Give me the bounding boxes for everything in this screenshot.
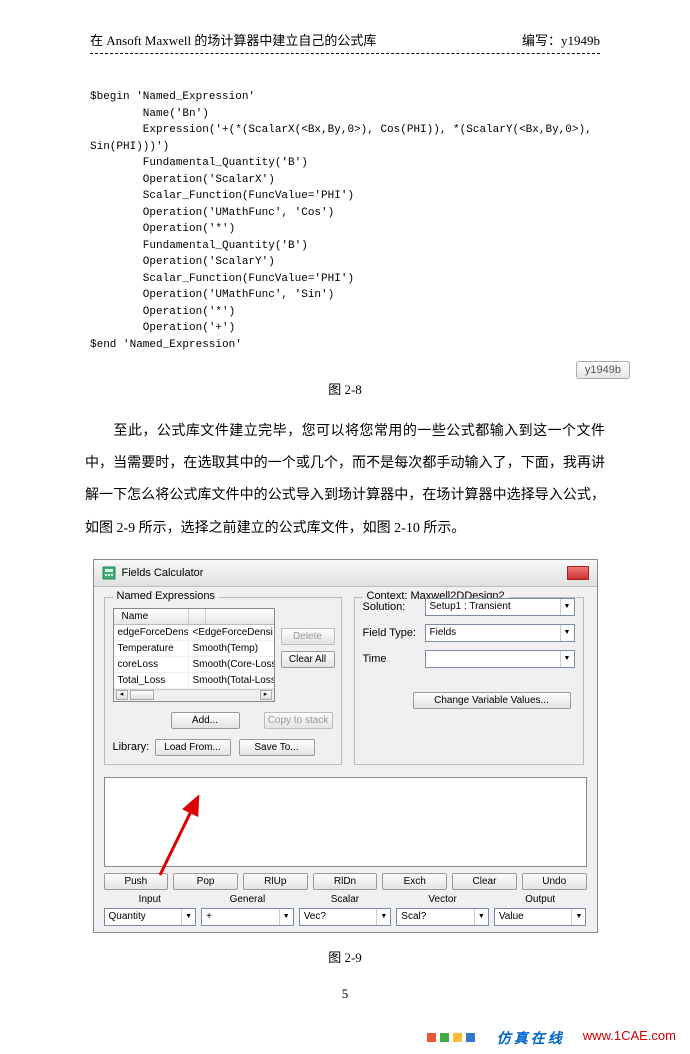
output-dropdown[interactable]: Value▼ (494, 908, 587, 926)
chevron-down-icon: ▼ (474, 909, 488, 925)
chevron-down-icon: ▼ (279, 909, 293, 925)
stack-display-area (104, 777, 587, 867)
chevron-down-icon: ▼ (571, 909, 585, 925)
rlup-button[interactable]: RlUp (243, 873, 308, 890)
footer-url: www.1CAE.com (583, 1028, 676, 1048)
scalar-dropdown[interactable]: Vec?▼ (299, 908, 392, 926)
add-button[interactable]: Add... (171, 712, 240, 729)
table-row[interactable]: Total_LossSmooth(Total-Loss (114, 673, 274, 689)
header-divider (90, 53, 600, 54)
doc-title: 在 Ansoft Maxwell 的场计算器中建立自己的公式库 (90, 30, 376, 49)
footer-dots-icon (427, 1028, 475, 1048)
table-row[interactable]: TemperatureSmooth(Temp) (114, 641, 274, 657)
pop-button[interactable]: Pop (173, 873, 238, 890)
time-label: Time (363, 653, 421, 665)
col-blank (189, 609, 206, 624)
window-titlebar: Fields Calculator (94, 560, 597, 587)
delete-button[interactable]: Delete (281, 628, 335, 645)
fields-calculator-window: Fields Calculator Named Expressions Name (93, 559, 598, 933)
named-expressions-table[interactable]: Name edgeForceDensity<EdgeForceDensi Tem… (113, 608, 275, 702)
field-type-dropdown[interactable]: Fields▼ (425, 624, 575, 642)
change-variable-values-button[interactable]: Change Variable Values... (413, 692, 571, 709)
figure-caption-2-8: 图 2-8 (90, 379, 600, 398)
scroll-thumb[interactable] (130, 690, 154, 700)
hdr-scalar: Scalar (299, 894, 392, 905)
hdr-general: General (201, 894, 294, 905)
page-number: 5 (90, 986, 600, 1002)
general-dropdown[interactable]: +▼ (201, 908, 294, 926)
window-title-text: Fields Calculator (122, 567, 204, 579)
document-page: 在 Ansoft Maxwell 的场计算器中建立自己的公式库 编写：y1949… (0, 0, 690, 1022)
solution-label: Solution: (363, 601, 421, 613)
doc-author: 编写：y1949b (522, 30, 600, 49)
stack-buttons-row: Push Pop RlUp RlDn Exch Clear Undo (104, 873, 587, 890)
clear-button[interactable]: Clear (452, 873, 517, 890)
hdr-input: Input (104, 894, 197, 905)
rldn-button[interactable]: RlDn (313, 873, 378, 890)
page-footer: 仿真在线 www.1CAE.com (0, 1022, 690, 1054)
category-dropdowns: Quantity▼ +▼ Vec?▼ Scal?▼ Value▼ (104, 908, 587, 926)
chevron-down-icon: ▼ (376, 909, 390, 925)
col-name: Name (114, 609, 189, 624)
close-icon[interactable] (567, 566, 589, 580)
library-label: Library: (113, 741, 147, 753)
footer-brand: 仿真在线 (497, 1028, 565, 1048)
group-title: Named Expressions (113, 590, 219, 602)
quantity-dropdown[interactable]: Quantity▼ (104, 908, 197, 926)
context-group: Context: Maxwell2DDesign2 Solution: Setu… (354, 597, 584, 765)
figure-caption-2-9: 图 2-9 (90, 947, 600, 966)
field-type-label: Field Type: (363, 627, 421, 639)
chevron-down-icon: ▼ (181, 909, 195, 925)
solution-dropdown[interactable]: Setup1 : Transient▼ (425, 598, 575, 616)
save-to-button[interactable]: Save To... (239, 739, 315, 756)
scroll-left-icon[interactable]: ◂ (116, 690, 128, 700)
table-header: Name (114, 609, 274, 625)
body-paragraph: 至此，公式库文件建立完毕，您可以将您常用的一些公式都输入到这一个文件中，当需要时… (85, 416, 605, 545)
undo-button[interactable]: Undo (522, 873, 587, 890)
page-header: 在 Ansoft Maxwell 的场计算器中建立自己的公式库 编写：y1949… (90, 30, 600, 49)
copy-to-stack-button[interactable]: Copy to stack (264, 712, 333, 729)
hdr-output: Output (494, 894, 587, 905)
chevron-down-icon: ▼ (560, 625, 574, 641)
calculator-icon (102, 566, 116, 580)
table-scrollbar[interactable]: ◂ ▸ (114, 689, 274, 701)
scroll-right-icon[interactable]: ▸ (260, 690, 272, 700)
category-headers: Input General Scalar Vector Output (104, 894, 587, 905)
clear-all-button[interactable]: Clear All (281, 651, 335, 668)
chevron-down-icon: ▼ (560, 651, 574, 667)
exch-button[interactable]: Exch (382, 873, 447, 890)
hdr-vector: Vector (396, 894, 489, 905)
table-row[interactable]: coreLossSmooth(Core-Loss (114, 657, 274, 673)
author-badge: y1949b (576, 361, 630, 379)
code-listing: $begin 'Named_Expression' Name('Bn') Exp… (90, 89, 600, 353)
named-expressions-group: Named Expressions Name edgeForceDensity<… (104, 597, 342, 765)
time-dropdown[interactable]: ▼ (425, 650, 575, 668)
window-body: Named Expressions Name edgeForceDensity<… (94, 587, 597, 932)
table-row[interactable]: edgeForceDensity<EdgeForceDensi (114, 625, 274, 641)
load-from-button[interactable]: Load From... (155, 739, 231, 756)
vector-dropdown[interactable]: Scal?▼ (396, 908, 489, 926)
push-button[interactable]: Push (104, 873, 169, 890)
chevron-down-icon: ▼ (560, 599, 574, 615)
